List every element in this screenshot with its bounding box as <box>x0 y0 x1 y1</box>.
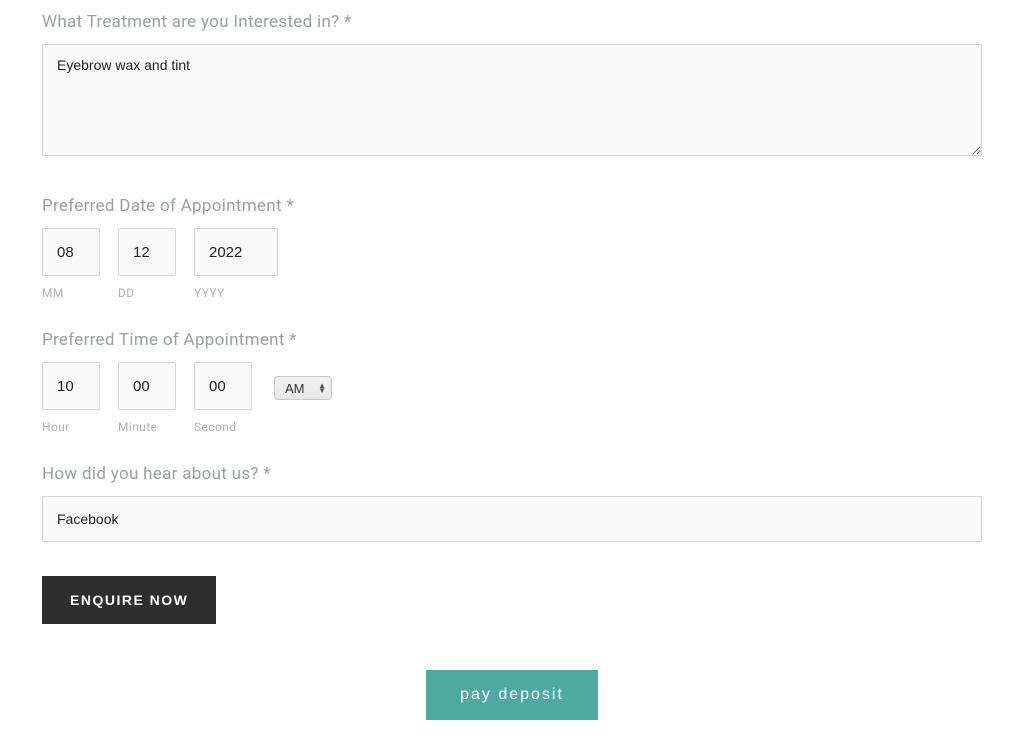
treatment-textarea[interactable]: Eyebrow wax and tint <box>42 44 982 156</box>
date-yyyy-group: YYYY <box>194 228 278 300</box>
treatment-label: What Treatment are you Interested in? * <box>42 12 982 32</box>
time-hour-input[interactable] <box>42 362 100 410</box>
hear-input[interactable] <box>42 496 982 542</box>
time-hour-sublabel: Hour <box>42 420 70 434</box>
time-minute-input[interactable] <box>118 362 176 410</box>
date-section: Preferred Date of Appointment * MM DD YY… <box>42 196 982 300</box>
time-second-group: Second <box>194 362 252 434</box>
time-section: Preferred Time of Appointment * Hour Min… <box>42 330 982 434</box>
ampm-select[interactable]: AM <box>274 376 332 400</box>
date-mm-sublabel: MM <box>42 286 100 300</box>
time-second-input[interactable] <box>194 362 252 410</box>
time-minute-sublabel: Minute <box>118 420 157 434</box>
date-yyyy-sublabel: YYYY <box>194 286 278 300</box>
time-row: Hour Minute Second AM ▲▼ <box>42 362 982 434</box>
time-second-sublabel: Second <box>194 420 236 434</box>
date-mm-input[interactable] <box>42 228 100 276</box>
date-mm-group: MM <box>42 228 100 300</box>
pay-deposit-wrap: pay deposit <box>42 670 982 720</box>
ampm-container: AM ▲▼ <box>274 376 332 400</box>
hear-label: How did you hear about us? * <box>42 464 982 484</box>
time-hour-group: Hour <box>42 362 100 434</box>
date-yyyy-input[interactable] <box>194 228 278 276</box>
enquire-button[interactable]: ENQUIRE NOW <box>42 576 216 624</box>
pay-deposit-button[interactable]: pay deposit <box>426 670 598 720</box>
date-dd-sublabel: DD <box>118 286 176 300</box>
time-minute-group: Minute <box>118 362 176 434</box>
date-dd-input[interactable] <box>118 228 176 276</box>
time-label: Preferred Time of Appointment * <box>42 330 982 350</box>
booking-form: What Treatment are you Interested in? * … <box>0 0 1024 740</box>
date-dd-group: DD <box>118 228 176 300</box>
date-label: Preferred Date of Appointment * <box>42 196 982 216</box>
date-row: MM DD YYYY <box>42 228 982 300</box>
